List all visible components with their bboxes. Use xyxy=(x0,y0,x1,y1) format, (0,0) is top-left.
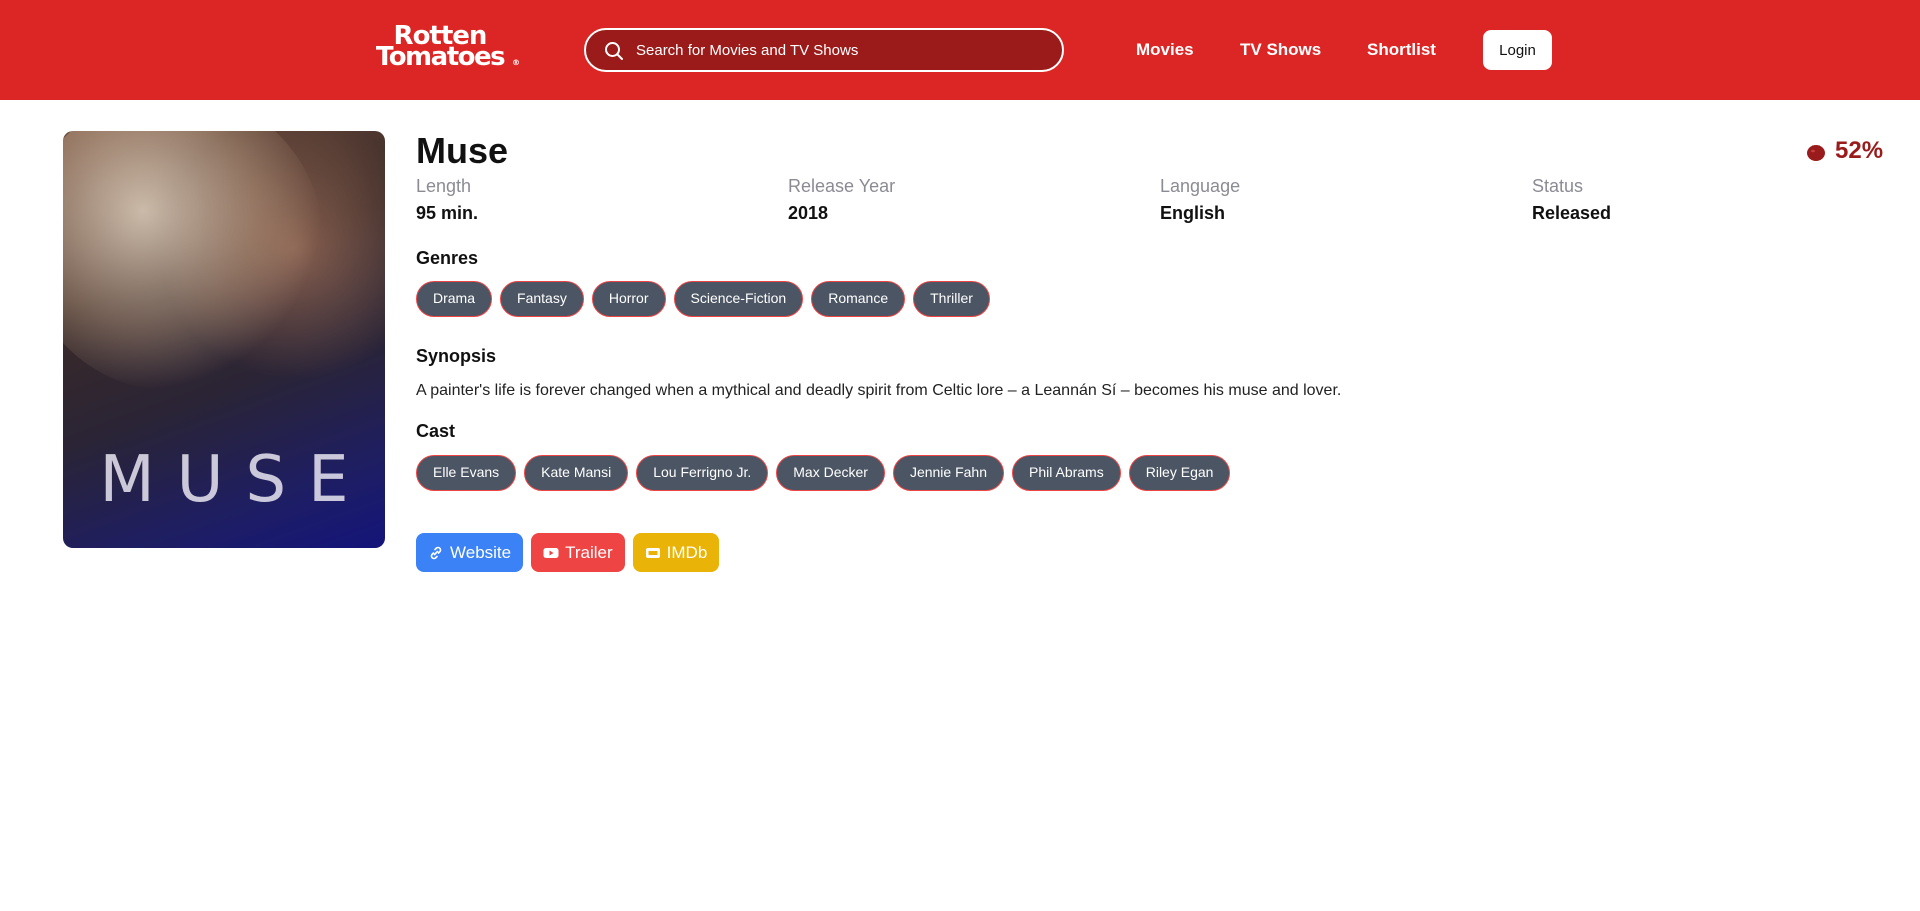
poster-artwork xyxy=(63,131,323,391)
length-label: Length xyxy=(416,176,472,196)
genre-tag[interactable]: Science-Fiction xyxy=(673,281,804,317)
synopsis-text: A painter's life is forever changed when… xyxy=(416,382,1342,399)
imdb-icon xyxy=(645,547,660,558)
trailer-label: Trailer xyxy=(565,542,613,562)
cast-member-tag[interactable]: Riley Egan xyxy=(1128,455,1231,491)
cast-member-tag[interactable]: Phil Abrams xyxy=(1012,455,1121,491)
length-value: 95 min. xyxy=(416,203,479,223)
movie-poster: MUSE xyxy=(63,131,385,548)
link-icon xyxy=(430,546,442,559)
genre-tag[interactable]: Horror xyxy=(591,281,666,317)
nav-shortlist-link[interactable]: Shortlist xyxy=(1367,40,1436,60)
tomatometer-score: 52% xyxy=(1805,136,1883,166)
language-label: Language xyxy=(1160,176,1241,196)
cast-member-tag[interactable]: Kate Mansi xyxy=(524,455,629,491)
movie-title: Muse xyxy=(416,130,509,171)
poster-title-text: MUSE xyxy=(99,443,371,517)
status-value: Released xyxy=(1532,203,1612,223)
cast-member-tag[interactable]: Max Decker xyxy=(776,455,885,491)
genre-tag[interactable]: Thriller xyxy=(913,281,990,317)
cast-member-tag[interactable]: Elle Evans xyxy=(416,455,517,491)
cast-list: Elle Evans Kate Mansi Lou Ferrigno Jr. M… xyxy=(416,455,1231,491)
imdb-button[interactable]: IMDb xyxy=(632,533,720,572)
status-label: Status xyxy=(1532,176,1584,196)
nav-tv-shows-link[interactable]: TV Shows xyxy=(1240,40,1321,60)
cast-member-tag[interactable]: Jennie Fahn xyxy=(892,455,1005,491)
logo-line-2: Tomatoes xyxy=(375,42,506,72)
website-button[interactable]: Website xyxy=(416,533,524,572)
youtube-icon xyxy=(543,547,559,558)
cast-heading: Cast xyxy=(416,421,456,441)
imdb-label: IMDb xyxy=(666,542,708,562)
search-icon xyxy=(605,42,623,60)
rotten-tomatoes-logo[interactable]: Rotten Tomatoes ® xyxy=(362,23,520,74)
genres-list: Drama Fantasy Horror Science-Fiction Rom… xyxy=(416,281,990,317)
genre-tag[interactable]: Drama xyxy=(416,281,493,317)
website-label: Website xyxy=(450,542,512,562)
tomato-icon xyxy=(1807,145,1825,161)
genre-tag[interactable]: Fantasy xyxy=(500,281,584,317)
trailer-button[interactable]: Trailer xyxy=(531,533,625,572)
search-input[interactable] xyxy=(636,30,1046,70)
genres-heading: Genres xyxy=(416,248,479,268)
login-button[interactable]: Login xyxy=(1483,30,1552,70)
score-value: 52% xyxy=(1835,137,1884,164)
release-year-value: 2018 xyxy=(788,203,829,223)
logo-registered-mark: ® xyxy=(512,58,520,67)
release-year-label: Release Year xyxy=(788,176,896,196)
language-value: English xyxy=(1160,203,1226,223)
cast-member-tag[interactable]: Lou Ferrigno Jr. xyxy=(636,455,769,491)
synopsis-heading: Synopsis xyxy=(416,346,497,366)
genre-tag[interactable]: Romance xyxy=(811,281,906,317)
search-bar[interactable] xyxy=(584,28,1064,72)
external-links: Website Trailer IMDb xyxy=(416,533,720,572)
top-header: Rotten Tomatoes ® Movies TV Shows Shortl… xyxy=(0,0,1920,100)
nav-movies-link[interactable]: Movies xyxy=(1136,40,1194,60)
